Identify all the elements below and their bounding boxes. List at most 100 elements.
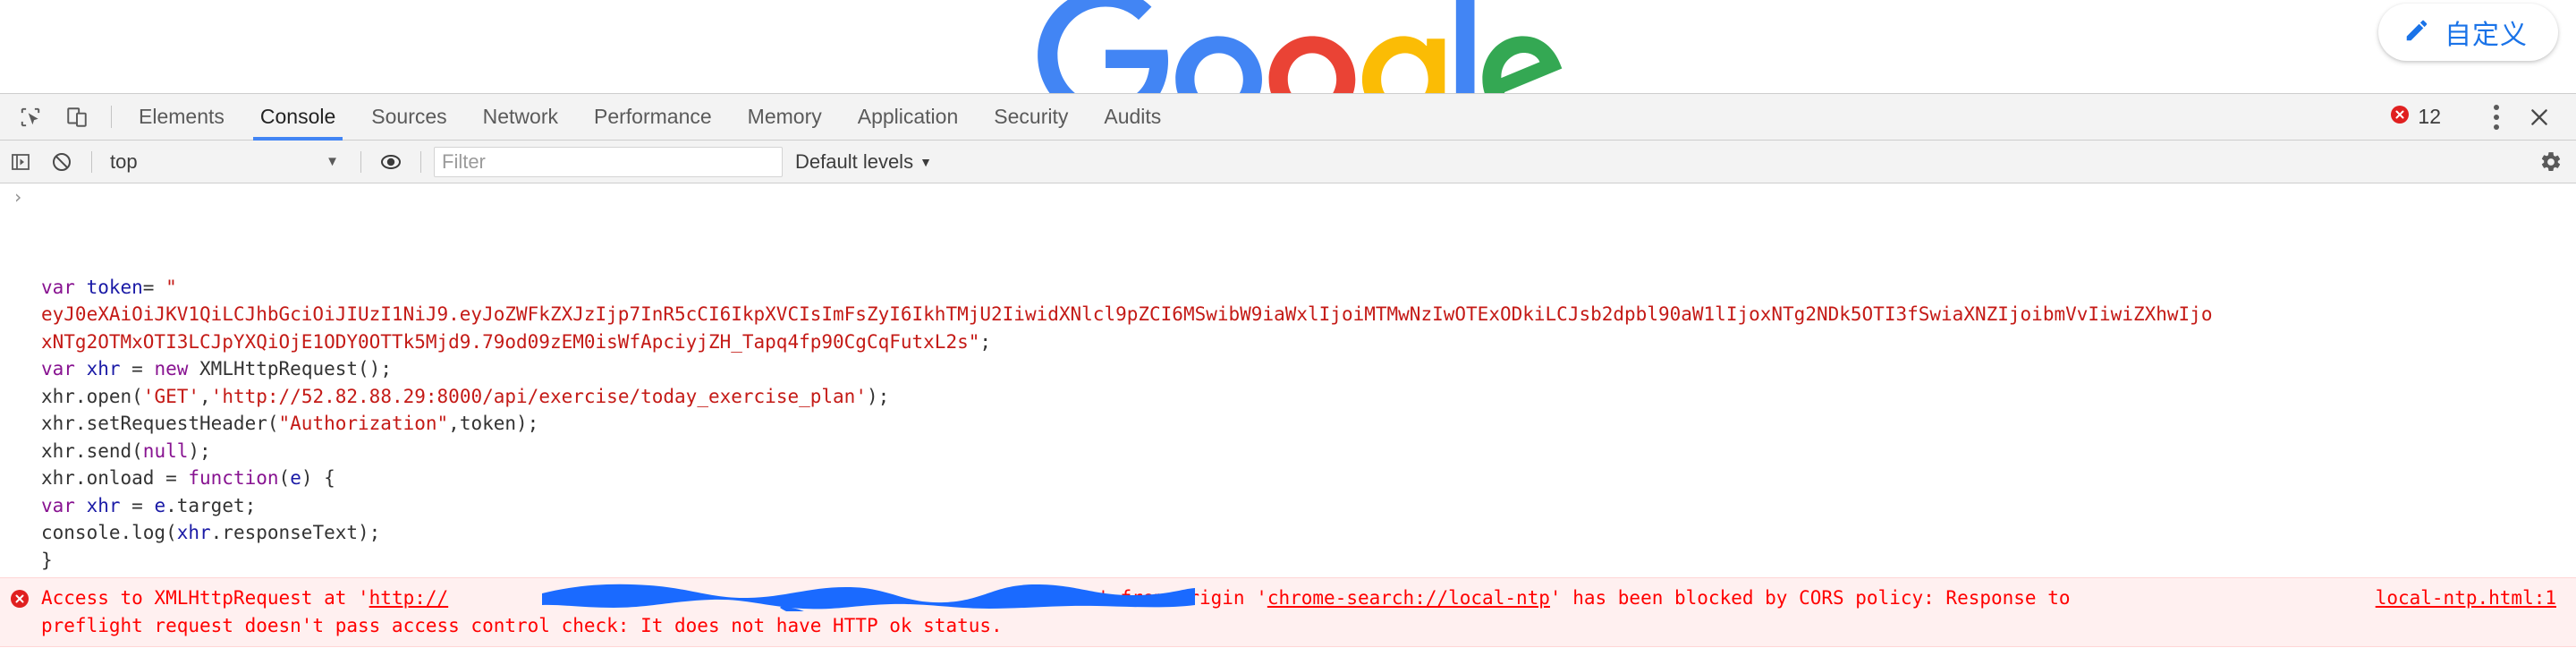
inspect-element-icon[interactable] <box>7 94 54 140</box>
tab-label: Security <box>994 105 1069 128</box>
close-devtools-icon[interactable] <box>2517 106 2562 129</box>
code-token: " <box>968 330 980 353</box>
code-line: } <box>41 547 2576 575</box>
code-line: var xhr = e.target; <box>41 492 2576 520</box>
code-token: .responseText); <box>210 522 381 543</box>
code-token: .target; <box>165 494 257 516</box>
chevron-down-icon: ▼ <box>326 154 339 169</box>
code-token: var <box>41 494 87 516</box>
code-token: = <box>131 358 155 379</box>
filter-input[interactable] <box>434 146 783 177</box>
execution-context-select[interactable]: top ▼ <box>101 141 352 183</box>
code-token: "Authorization" <box>278 413 449 434</box>
console-input-message[interactable]: › var token= " eyJ0eXAiOiJKV1QiLCJhbGciOi… <box>0 183 2576 628</box>
code-line: xNTg2OTMxOTI3LCJpYXQiOjE1ODY0OTTk5Mjd9.7… <box>41 328 2576 356</box>
code-token: eyJ0eXAiOiJKV1QiLCJhbGciOiJIUzI1NiJ9.eyJ… <box>41 303 2213 325</box>
console-error-message[interactable]: Access to XMLHttpRequest at 'http:// ' fr… <box>0 577 2576 647</box>
code-line: xhr.send(null); <box>41 438 2576 465</box>
code-token: function <box>188 467 279 489</box>
customize-button-label: 自定义 <box>2445 20 2528 51</box>
code-token: 'http://52.82.88.29:8000/api/exercise/to… <box>210 385 867 407</box>
log-levels-select[interactable]: Default levels ▼ <box>795 150 932 174</box>
tab-label: Elements <box>139 105 225 128</box>
tab-console[interactable]: Console <box>242 94 353 141</box>
error-request-url[interactable]: http:// <box>369 587 449 609</box>
eye-icon[interactable] <box>370 141 411 183</box>
code-token: ); <box>188 439 211 462</box>
code-line: var xhr = new XMLHttpRequest(); <box>41 355 2576 383</box>
error-prefix: Access to XMLHttpRequest at ' <box>41 587 369 609</box>
tab-network[interactable]: Network <box>465 94 576 140</box>
code-token: token <box>86 276 143 298</box>
code-token: xhr <box>86 358 132 379</box>
google-logo <box>1038 0 1563 93</box>
more-options-icon[interactable] <box>2476 104 2517 130</box>
clear-console-icon[interactable] <box>41 141 82 183</box>
gear-icon[interactable] <box>2526 141 2576 183</box>
console-output[interactable]: › var token= " eyJ0eXAiOiJKV1QiLCJhbGciOi… <box>0 183 2576 647</box>
code-token: var <box>41 358 87 379</box>
code-token: xhr.open( <box>41 385 143 407</box>
tab-audits[interactable]: Audits <box>1086 94 1179 140</box>
tabbar-right-controls: 12 <box>2375 94 2576 140</box>
code-token: xNTg2OTMxOTI3LCJpYXQiOjE1ODY0OTTk5Mjd9.7… <box>41 330 969 353</box>
chevron-down-icon: ▼ <box>919 154 932 169</box>
devtools-panel: Elements Console Sources Network Perform… <box>0 93 2576 648</box>
error-count-badge[interactable]: 12 <box>2375 104 2455 130</box>
code-token: = <box>142 276 166 298</box>
error-circle-icon <box>9 588 30 618</box>
code-token: = <box>131 494 155 516</box>
code-token: 'GET' <box>142 385 200 407</box>
tab-performance[interactable]: Performance <box>576 94 730 140</box>
customize-button[interactable]: 自定义 <box>2378 4 2558 61</box>
tab-label: Performance <box>594 105 712 128</box>
code-token: e <box>290 467 301 489</box>
tab-security[interactable]: Security <box>976 94 1086 140</box>
code-token: } <box>41 549 53 571</box>
code-token: , <box>199 385 211 407</box>
tab-label: Memory <box>747 105 822 128</box>
tab-sources[interactable]: Sources <box>353 94 464 140</box>
error-circle-icon <box>2389 104 2411 130</box>
toolbar-divider <box>360 150 361 173</box>
code-token: = <box>165 467 189 489</box>
code-token: xhr.send( <box>41 439 143 462</box>
console-toolbar: top ▼ Default levels ▼ <box>0 141 2576 183</box>
toolbar-divider <box>420 150 421 173</box>
code-token: var <box>41 276 87 298</box>
input-prompt-icon: › <box>13 186 24 208</box>
device-toolbar-icon[interactable] <box>54 94 100 140</box>
error-after-origin: ' has been blocked by CORS policy: Respo… <box>1549 587 2071 609</box>
pencil-icon <box>2403 17 2430 48</box>
tab-label: Application <box>857 105 959 128</box>
devtools-tabbar: Elements Console Sources Network Perform… <box>0 94 2576 141</box>
code-token: xhr <box>86 494 132 516</box>
tab-elements[interactable]: Elements <box>121 94 242 140</box>
error-source-link[interactable]: local-ntp.html:1 <box>2376 584 2556 612</box>
code-line: xhr.onload = function(e) { <box>41 465 2576 492</box>
code-token: e <box>154 494 166 516</box>
console-sidebar-icon[interactable] <box>0 141 41 183</box>
code-token: ,token); <box>448 413 539 434</box>
toolbar-divider <box>91 150 92 173</box>
log-levels-value: Default levels <box>795 149 914 173</box>
tab-label: Console <box>259 105 336 128</box>
tab-label: Network <box>482 105 558 128</box>
error-origin[interactable]: chrome-search://local-ntp <box>1267 587 1550 609</box>
tab-label: Sources <box>371 105 447 128</box>
error-middle-text: from origin ' <box>1108 587 1267 609</box>
tab-memory[interactable]: Memory <box>730 94 840 140</box>
code-line: console.log(xhr.responseText); <box>41 519 2576 547</box>
code-token: ) { <box>301 467 335 489</box>
code-token: ( <box>278 467 291 489</box>
code-token: XMLHttpRequest(); <box>199 358 392 379</box>
code-token: " <box>165 276 177 298</box>
code-token: new <box>154 358 200 379</box>
tab-application[interactable]: Application <box>840 94 977 140</box>
new-tab-page: 自定义 <box>0 0 2576 93</box>
execution-context-value: top <box>110 149 138 173</box>
code-token: null <box>142 439 189 462</box>
code-line: var token= " <box>41 274 2576 302</box>
code-token: console.log( <box>41 522 177 543</box>
error-url-quote: ' <box>1097 587 1109 609</box>
